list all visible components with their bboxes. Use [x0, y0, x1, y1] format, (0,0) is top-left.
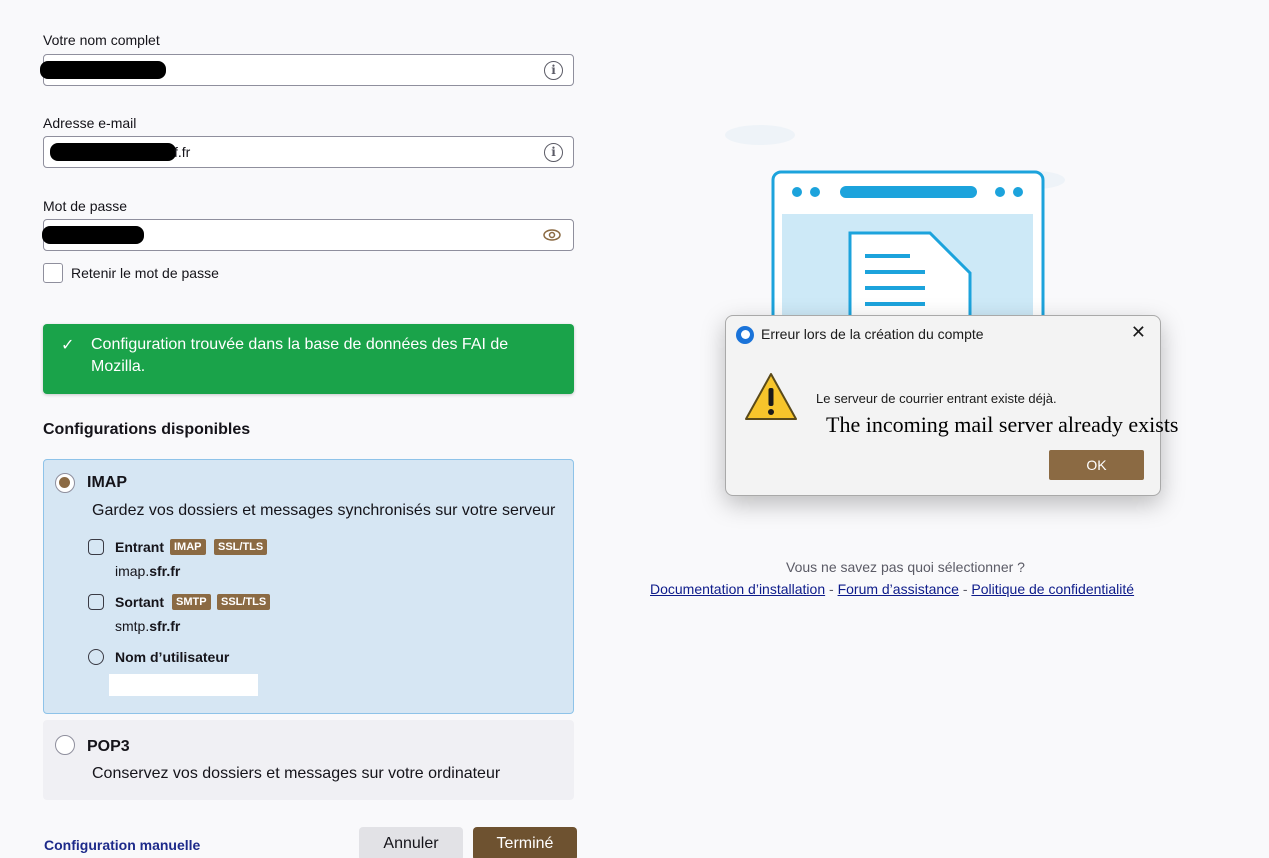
incoming-security-badge: SSL/TLS — [214, 539, 268, 555]
error-dialog: Erreur lors de la création du compte ✕ L… — [725, 315, 1179, 496]
info-icon[interactable]: i — [544, 143, 563, 162]
warning-icon — [745, 373, 797, 420]
name-field[interactable]: i — [40, 54, 574, 86]
imap-description: Gardez vos dossiers et messages synchron… — [92, 502, 556, 519]
help-question: Vous ne savez pas quoi sélectionner ? — [786, 559, 1025, 575]
password-label: Mot de passe — [43, 198, 128, 214]
checkmark-icon: ✓ — [61, 337, 75, 354]
remember-password-label: Retenir le mot de passe — [71, 265, 219, 281]
redaction — [50, 143, 176, 161]
pop3-description: Conservez vos dossiers et messages sur v… — [92, 765, 501, 782]
redaction — [40, 61, 166, 79]
pop3-option[interactable] — [43, 720, 574, 800]
manual-config-link[interactable]: Configuration manuelle — [44, 837, 200, 853]
incoming-host: imap.sfr.fr — [115, 563, 181, 579]
dialog-message: Le serveur de courrier entrant existe dé… — [816, 391, 1057, 406]
email-label: Adresse e-mail — [43, 115, 137, 131]
outgoing-security-badge: SSL/TLS — [217, 594, 271, 610]
dialog-title: Erreur lors de la création du compte — [761, 326, 984, 342]
imap-title: IMAP — [87, 474, 127, 491]
imap-radio[interactable] — [55, 473, 75, 493]
install-docs-link[interactable]: Documentation d’installation — [650, 581, 825, 597]
name-label: Votre nom complet — [43, 32, 160, 48]
help-links: Documentation d’installation - Forum d’a… — [650, 581, 1134, 597]
incoming-protocol-badge: IMAP — [170, 539, 206, 555]
close-icon[interactable]: ✕ — [1131, 322, 1146, 343]
cancel-button[interactable]: Annuler — [359, 827, 463, 858]
available-configs-title: Configurations disponibles — [43, 421, 251, 438]
config-found-message: Configuration trouvée dans la base de do… — [91, 336, 509, 375]
dialog-translation: The incoming mail server already exists — [826, 412, 1179, 437]
pop3-radio[interactable] — [55, 735, 75, 755]
user-icon — [88, 649, 104, 665]
redaction — [42, 226, 144, 244]
incoming-label: Entrant — [115, 539, 164, 555]
info-icon[interactable]: i — [544, 61, 563, 80]
cloud-shape — [725, 125, 795, 145]
config-found-banner: ✓ Configuration trouvée dans la base de … — [43, 324, 574, 394]
outgoing-protocol-badge: SMTP — [172, 594, 211, 610]
link-separator: - — [825, 581, 838, 597]
remember-password-checkbox[interactable] — [43, 263, 63, 283]
eye-icon[interactable] — [543, 228, 561, 242]
outgoing-server-icon — [88, 594, 104, 610]
ok-button[interactable]: OK — [1049, 450, 1144, 480]
outgoing-label: Sortant — [115, 594, 164, 610]
support-forum-link[interactable]: Forum d’assistance — [838, 581, 959, 597]
email-field[interactable]: f.fr i — [43, 136, 574, 168]
password-field[interactable] — [42, 219, 574, 251]
outgoing-host: smtp.sfr.fr — [115, 618, 181, 634]
done-button[interactable]: Terminé — [473, 827, 577, 858]
username-input[interactable] — [109, 674, 258, 696]
email-visible-part: f.fr — [174, 144, 191, 160]
pop3-title: POP3 — [87, 738, 130, 755]
link-separator: - — [958, 581, 972, 597]
privacy-policy-link[interactable]: Politique de confidentialité — [971, 581, 1134, 597]
incoming-server-icon — [88, 539, 104, 555]
thunderbird-icon — [736, 326, 754, 344]
username-label: Nom d’utilisateur — [115, 649, 230, 665]
